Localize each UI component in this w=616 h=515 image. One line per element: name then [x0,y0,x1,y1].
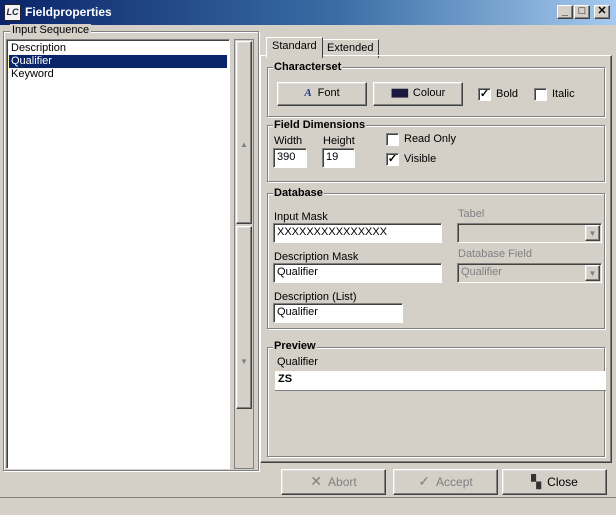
tab-standard[interactable]: Standard [266,37,323,58]
font-button-label: Font [317,87,340,99]
italic-label: Italic [552,88,575,100]
move-up-button[interactable]: ▲ [236,41,252,224]
font-a-icon: A [304,87,312,99]
font-button[interactable]: A Font [277,82,367,106]
height-label: Height [323,135,355,147]
minimize-button[interactable]: _ [557,5,573,19]
close-button[interactable]: ▚ Close [502,469,607,495]
maximize-button[interactable]: □ [574,5,590,19]
window-title: Fieldproperties [25,5,112,19]
database-field-select[interactable]: Qualifier ▼ [457,263,602,283]
visible-label: Visible [404,153,437,165]
list-item-keyword[interactable]: Keyword [9,68,227,81]
description-mask-input[interactable]: Qualifier [273,263,442,283]
footer-divider [0,497,616,498]
chevron-down-icon: ▼ [588,229,597,238]
database-field-label: Database Field [458,248,532,260]
tabel-label: Tabel [458,208,485,220]
read-only-label: Read Only [404,133,456,145]
input-sequence-list[interactable]: Description Qualifier Keyword [6,39,230,469]
tabel-dropdown-button[interactable]: ▼ [585,225,600,241]
description-list-label: Description (List) [274,291,357,303]
input-mask-label: Input Mask [274,211,328,223]
width-label: Width [274,135,303,147]
accept-button-label: Accept [436,475,473,489]
arrow-down-icon: ▼ [240,357,248,366]
close-window-button[interactable]: ✕ [594,5,610,19]
height-input[interactable]: 19 [322,148,355,168]
accept-button[interactable]: ✓ Accept [393,469,498,495]
description-mask-label: Description Mask [274,251,359,263]
title-bar[interactable]: LC Fieldproperties _ □ ✕ [0,0,616,25]
app-icon[interactable]: LC [4,4,21,21]
bold-label: Bold [496,88,519,100]
italic-checkbox[interactable] [534,88,547,101]
read-only-checkbox[interactable] [386,133,399,146]
bold-checkbox[interactable]: ✓ [478,88,491,101]
visible-checkbox[interactable]: ✓ [386,153,399,166]
chevron-down-icon: ▼ [588,269,597,278]
crayons-icon: ▮▮▮▮ [390,87,409,99]
preview-caption: Preview [273,340,317,352]
preview-label: Qualifier [277,356,318,368]
list-item-qualifier[interactable]: Qualifier [8,54,228,69]
database-field-dropdown-button[interactable]: ▼ [585,265,600,281]
colour-button-label: Colour [412,87,446,99]
tabel-select[interactable]: ▼ [457,223,602,243]
abort-button-label: Abort [328,475,357,489]
door-exit-icon: ▚ [531,474,542,489]
preview-field: ZS [275,371,606,391]
check-icon: ✓ [418,473,431,489]
move-down-button[interactable]: ▼ [236,226,252,409]
abort-button[interactable]: ✕ Abort [281,469,386,495]
close-button-label: Close [547,475,578,489]
arrow-up-icon: ▲ [240,140,248,149]
database-field-select-value: Qualifier [461,266,502,278]
list-item-description[interactable]: Description [9,42,227,55]
width-input[interactable]: 390 [273,148,307,168]
colour-button[interactable]: ▮▮▮▮ Colour [373,82,463,106]
description-list-input[interactable]: Qualifier [273,303,403,323]
characterset-caption: Characterset [273,61,343,73]
input-mask-input[interactable]: XXXXXXXXXXXXXXX [273,223,442,243]
x-icon: ✕ [310,473,323,489]
field-dimensions-caption: Field Dimensions [273,119,367,131]
database-caption: Database [273,187,324,199]
input-sequence-caption: Input Sequence [10,24,92,36]
